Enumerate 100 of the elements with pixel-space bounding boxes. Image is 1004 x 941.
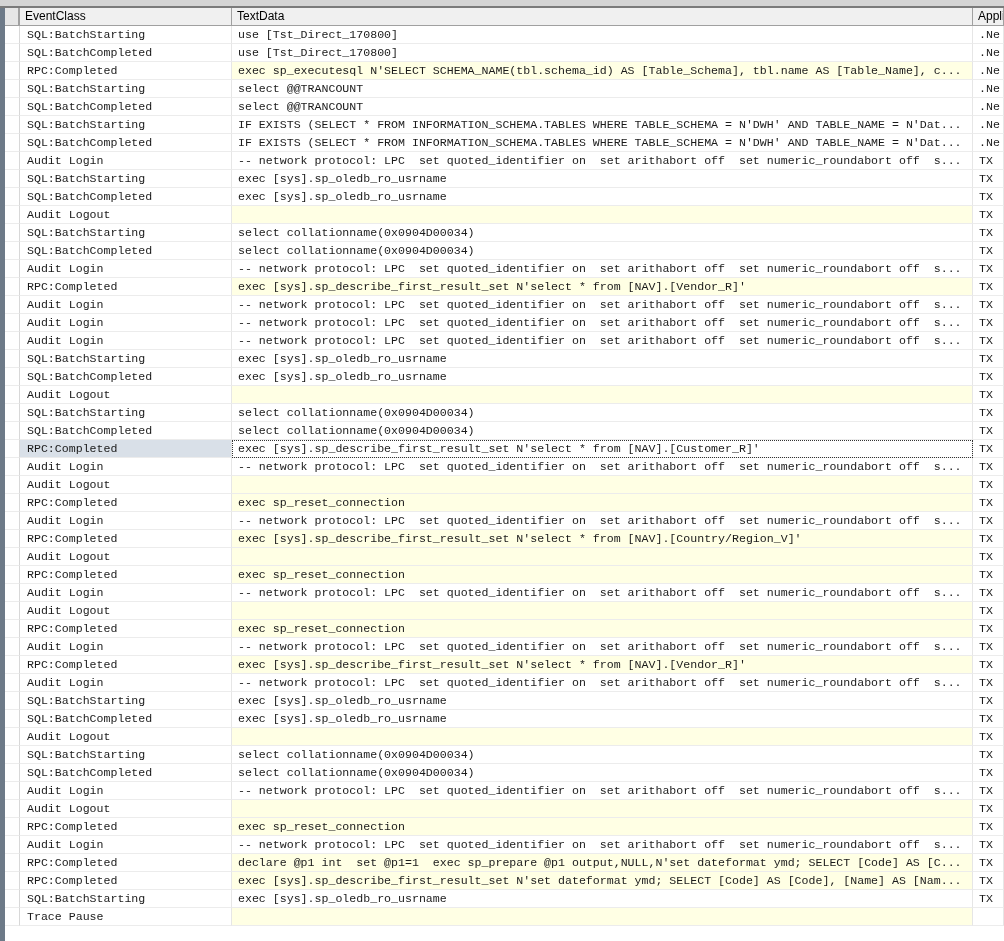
row-header [5, 206, 20, 224]
table-cell: TX [973, 170, 1004, 188]
table-cell: RPC:Completed [20, 566, 232, 584]
table-cell: -- network protocol: LPC set quoted_identifier on set arithabort off set numeric_roundabort off s... [232, 314, 973, 332]
table-cell: exec [sys].sp_oledb_ro_usrname [232, 170, 973, 188]
table-cell: RPC:Completed [20, 818, 232, 836]
table-cell: TX [973, 674, 1004, 692]
table-cell: TX [973, 818, 1004, 836]
table-cell: Audit Login [20, 152, 232, 170]
row-header [5, 908, 20, 926]
table-cell: TX [973, 548, 1004, 566]
row-header [5, 656, 20, 674]
row-header [5, 278, 20, 296]
row-header [5, 638, 20, 656]
row-header [5, 188, 20, 206]
table-cell: SQL:BatchStarting [20, 692, 232, 710]
row-header [5, 800, 20, 818]
table-cell: TX [973, 296, 1004, 314]
table-cell: exec [sys].sp_describe_first_result_set N'select * from [NAV].[Country/Region_V]' [232, 530, 973, 548]
table-cell: exec sp_reset_connection [232, 494, 973, 512]
table-cell: RPC:Completed [20, 62, 232, 80]
table-cell: SQL:BatchStarting [20, 890, 232, 908]
table-cell: TX [973, 476, 1004, 494]
table-cell: TX [973, 314, 1004, 332]
table-cell: TX [973, 638, 1004, 656]
row-header [5, 584, 20, 602]
column-header[interactable]: TextData [232, 8, 973, 26]
table-cell: TX [973, 530, 1004, 548]
table-cell: TX [973, 512, 1004, 530]
row-header [5, 476, 20, 494]
table-cell: TX [973, 152, 1004, 170]
row-header [5, 764, 20, 782]
table-cell: TX [973, 242, 1004, 260]
column-header[interactable]: Appli [973, 8, 1004, 26]
row-header [5, 494, 20, 512]
table-cell: RPC:Completed [20, 656, 232, 674]
row-header [5, 314, 20, 332]
table-cell: Audit Logout [20, 386, 232, 404]
row-header [5, 80, 20, 98]
table-cell: Audit Logout [20, 476, 232, 494]
table-cell: TX [973, 260, 1004, 278]
table-cell: SQL:BatchCompleted [20, 242, 232, 260]
table-cell: Audit Logout [20, 728, 232, 746]
table-cell: declare @p1 int set @p1=1 exec sp_prepare @p1 output,NULL,N'set dateformat ymd; SELECT [Code] AS [C... [232, 854, 973, 872]
row-header [5, 332, 20, 350]
table-cell: SQL:BatchStarting [20, 116, 232, 134]
table-cell: Audit Logout [20, 800, 232, 818]
row-header [5, 674, 20, 692]
row-header [5, 404, 20, 422]
table-cell: .Ne [973, 80, 1004, 98]
table-cell: .Ne [973, 62, 1004, 80]
table-cell: exec [sys].sp_describe_first_result_set N'set dateformat ymd; SELECT [Code] AS [Code], [Name] AS [Nam... [232, 872, 973, 890]
row-header [5, 224, 20, 242]
table-cell: Audit Login [20, 782, 232, 800]
row-header [5, 746, 20, 764]
table-cell: TX [973, 764, 1004, 782]
splitter-bar[interactable] [0, 0, 1004, 8]
table-cell: .Ne [973, 44, 1004, 62]
table-cell: select @@TRANCOUNT [232, 98, 973, 116]
table-cell: Audit Login [20, 332, 232, 350]
table-cell: SQL:BatchStarting [20, 224, 232, 242]
table-cell: SQL:BatchCompleted [20, 98, 232, 116]
table-cell: RPC:Completed [20, 872, 232, 890]
table-cell: RPC:Completed [20, 494, 232, 512]
column-header[interactable]: EventClass [20, 8, 232, 26]
table-cell: TX [973, 566, 1004, 584]
table-cell: Audit Login [20, 638, 232, 656]
table-cell: SQL:BatchCompleted [20, 188, 232, 206]
table-cell: Audit Login [20, 836, 232, 854]
table-cell: Audit Login [20, 314, 232, 332]
table-cell: IF EXISTS (SELECT * FROM INFORMATION_SCHEMA.TABLES WHERE TABLE_SCHEMA = N'DWH' AND TABLE_NAME = N'Dat... [232, 134, 973, 152]
table-cell: TX [973, 656, 1004, 674]
row-header [5, 170, 20, 188]
row-header [5, 260, 20, 278]
table-cell: TX [973, 782, 1004, 800]
table-cell: select collationname(0x0904D00034) [232, 404, 973, 422]
table-cell [973, 908, 1004, 926]
row-header [5, 692, 20, 710]
table-cell: TX [973, 350, 1004, 368]
table-cell: TX [973, 890, 1004, 908]
row-header [5, 134, 20, 152]
table-cell: SQL:BatchStarting [20, 404, 232, 422]
row-header [5, 242, 20, 260]
table-cell: RPC:Completed [20, 854, 232, 872]
table-cell: exec sp_reset_connection [232, 818, 973, 836]
table-cell: .Ne [973, 134, 1004, 152]
table-cell: TX [973, 440, 1004, 458]
table-cell: Audit Logout [20, 206, 232, 224]
table-cell: exec [sys].sp_describe_first_result_set N'select * from [NAV].[Vendor_R]' [232, 278, 973, 296]
table-cell: TX [973, 206, 1004, 224]
table-cell: Audit Login [20, 674, 232, 692]
table-cell: .Ne [973, 116, 1004, 134]
table-cell: TX [973, 458, 1004, 476]
table-cell: use [Tst_Direct_170800] [232, 26, 973, 44]
row-header [5, 152, 20, 170]
table-cell: TX [973, 188, 1004, 206]
table-cell: SQL:BatchCompleted [20, 368, 232, 386]
table-cell: TX [973, 386, 1004, 404]
row-header [5, 548, 20, 566]
table-cell: Audit Login [20, 296, 232, 314]
